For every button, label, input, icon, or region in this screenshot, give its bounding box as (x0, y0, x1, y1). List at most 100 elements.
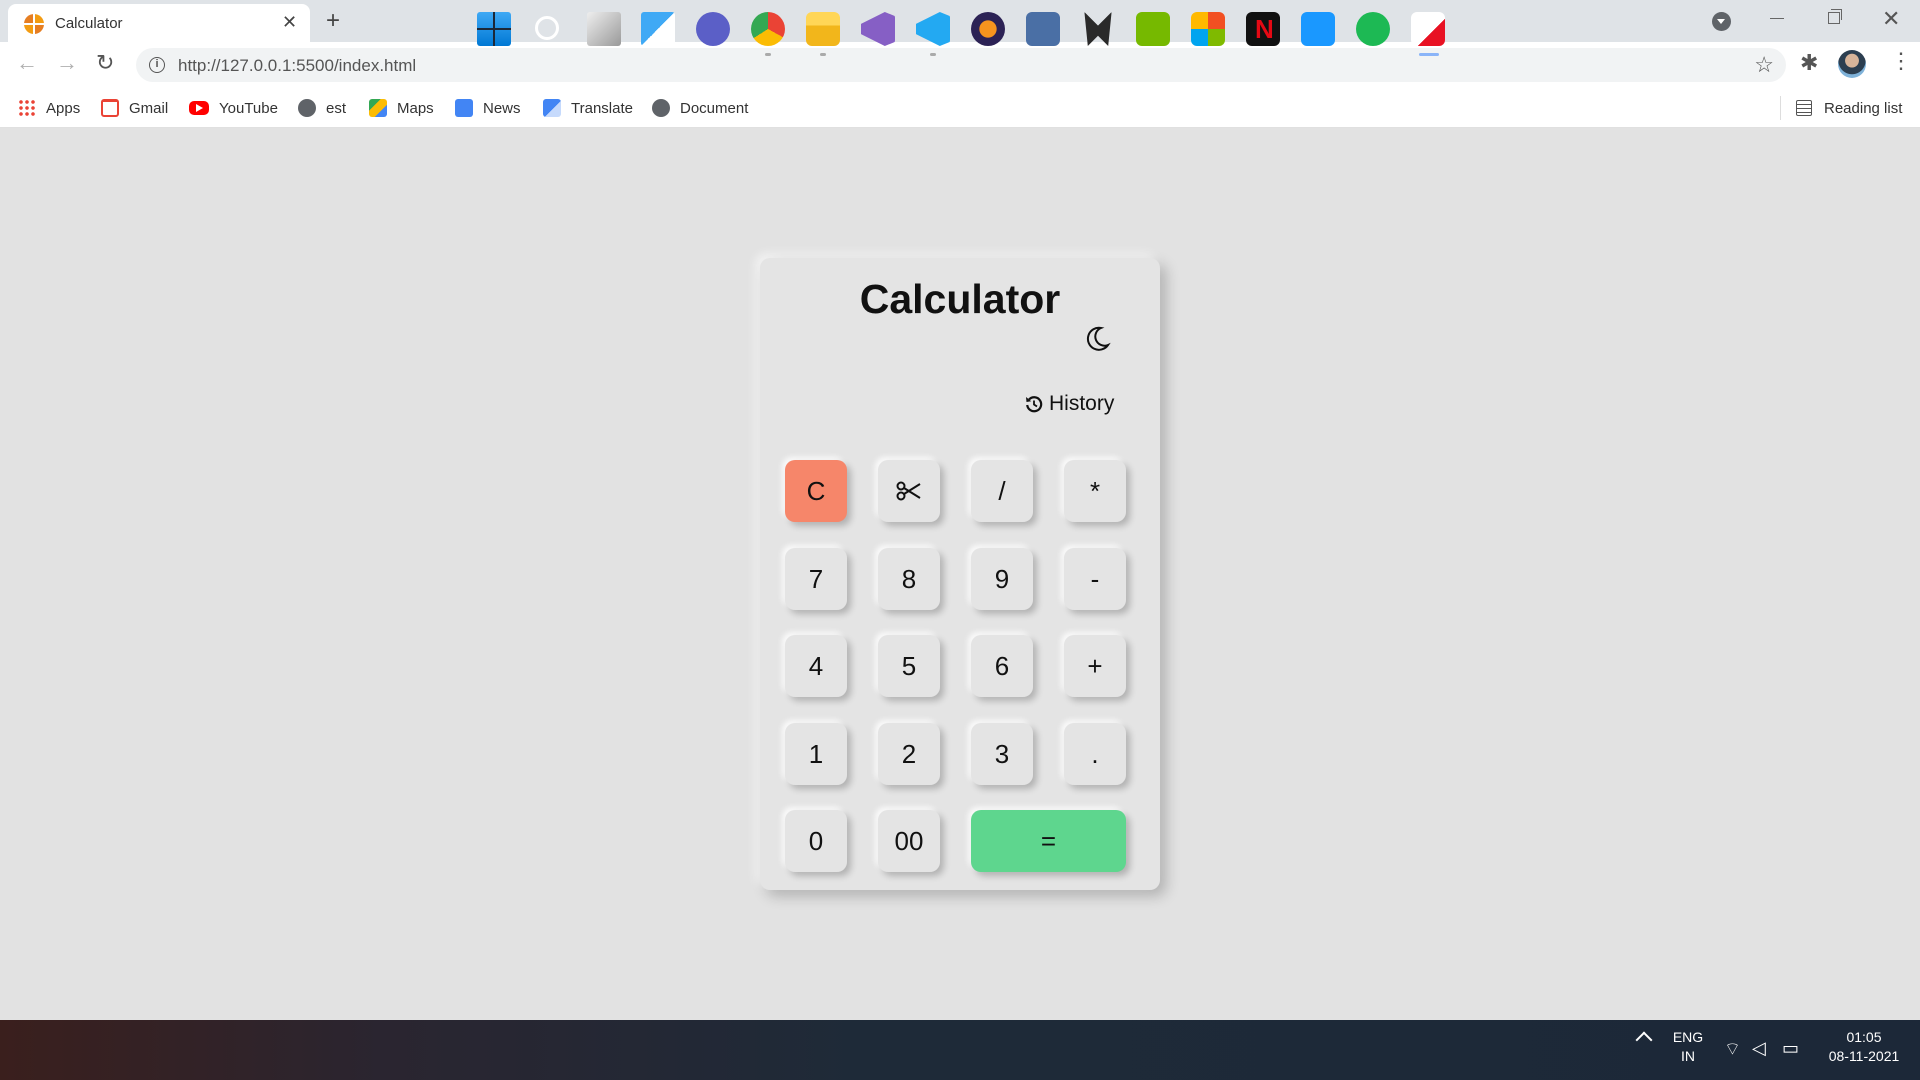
globe-icon (652, 99, 670, 117)
bookmark-label: YouTube (219, 99, 278, 117)
bookmark-translate[interactable]: Translate (543, 97, 633, 119)
forward-arrow-icon[interactable]: → (56, 50, 78, 76)
maps-icon (369, 99, 387, 117)
bookmark-star-icon[interactable]: ☆ (1754, 52, 1774, 78)
digit-6-button[interactable]: 6 (971, 635, 1033, 697)
prime-video-icon[interactable] (1301, 12, 1335, 46)
digit-9-button[interactable]: 9 (971, 548, 1033, 610)
bookmark-label: est (326, 99, 347, 117)
digit-2-button[interactable]: 2 (878, 723, 940, 785)
address-bar[interactable]: i http://127.0.0.1:5500/index.html ☆ (136, 48, 1786, 82)
bookmarks-bar: Apps Gmail YouTube est Maps News Transla… (0, 88, 1920, 128)
sql-developer-icon[interactable] (1026, 12, 1060, 46)
gmail-icon (101, 99, 119, 117)
bookmark-gmail[interactable]: Gmail (101, 97, 168, 119)
reload-icon[interactable]: ↻ (96, 50, 114, 76)
browser-menu-icon[interactable]: ⋮ (1890, 48, 1912, 74)
microsoft-store-icon[interactable] (1191, 12, 1225, 46)
language-code: ENG (1672, 1029, 1704, 1045)
eclipse-icon[interactable] (971, 12, 1005, 46)
tab-title: Calculator (55, 15, 123, 32)
tab-search-icon[interactable] (1712, 12, 1731, 31)
running-indicator (820, 53, 826, 56)
minimize-icon[interactable] (1770, 18, 1784, 19)
back-arrow-icon[interactable]: ← (16, 50, 38, 76)
history-button[interactable]: History (1024, 392, 1114, 416)
youtube-icon (189, 101, 209, 115)
digit-7-button[interactable]: 7 (785, 548, 847, 610)
teams-chat-icon[interactable] (696, 12, 730, 46)
reading-list-label: Reading list (1824, 99, 1903, 117)
netflix-icon[interactable] (1246, 12, 1280, 46)
subtract-button[interactable]: - (1064, 548, 1126, 610)
browser-toolbar: ← → ↻ i http://127.0.0.1:5500/index.html… (0, 42, 1920, 88)
digit-3-button[interactable]: 3 (971, 723, 1033, 785)
news-icon (455, 99, 473, 117)
multiply-button[interactable]: * (1064, 460, 1126, 522)
bookmark-youtube[interactable]: YouTube (189, 97, 278, 119)
globe-icon (298, 99, 316, 117)
history-icon (1026, 396, 1043, 413)
double-zero-button[interactable]: 00 (878, 810, 940, 872)
volume-icon[interactable]: ◁ (1752, 1038, 1766, 1059)
browser-tab[interactable]: Calculator ✕ (8, 4, 310, 42)
url-text[interactable]: http://127.0.0.1:5500/index.html (178, 56, 416, 76)
calculator-title: Calculator (859, 276, 1061, 322)
moon-icon[interactable] (1082, 324, 1112, 354)
reading-list-button[interactable]: Reading list (1796, 97, 1902, 119)
battery-icon[interactable]: ▭ (1782, 1038, 1799, 1059)
calculator-card: Calculator History C / * 7 8 9 - 4 5 6 +… (760, 258, 1160, 890)
new-tab-button[interactable]: + (326, 7, 340, 35)
spotify-icon[interactable] (1356, 12, 1390, 46)
bookmark-label: Translate (571, 99, 633, 117)
bookmark-news[interactable]: News (455, 97, 521, 119)
digit-4-button[interactable]: 4 (785, 635, 847, 697)
decimal-button[interactable]: . (1064, 723, 1126, 785)
bookmark-maps[interactable]: Maps (369, 97, 434, 119)
digit-5-button[interactable]: 5 (878, 635, 940, 697)
profile-avatar[interactable] (1838, 50, 1866, 78)
bookmarks-divider (1780, 96, 1781, 120)
nvidia-icon[interactable] (1136, 12, 1170, 46)
backspace-button[interactable] (878, 460, 940, 522)
widgets-icon[interactable] (641, 12, 675, 46)
digit-8-button[interactable]: 8 (878, 548, 940, 610)
snipping-tool-icon[interactable] (1411, 12, 1445, 46)
search-icon[interactable] (535, 16, 559, 40)
running-indicator (930, 53, 936, 56)
task-view-icon[interactable] (587, 12, 621, 46)
extensions-puzzle-icon[interactable]: ✱ (1800, 50, 1818, 76)
bookmark-label: Document (680, 99, 749, 117)
windows-start-icon[interactable] (477, 12, 511, 46)
bookmark-document[interactable]: Document (652, 97, 748, 119)
site-info-icon[interactable]: i (149, 57, 165, 73)
translate-icon (543, 99, 561, 117)
reading-list-icon (1796, 100, 1812, 116)
bookmark-est[interactable]: est (298, 97, 346, 119)
digit-0-button[interactable]: 0 (785, 810, 847, 872)
restore-icon[interactable] (1828, 9, 1842, 24)
divide-button[interactable]: / (971, 460, 1033, 522)
bookmark-label: Maps (397, 99, 434, 117)
apps-grid-icon (18, 99, 36, 117)
chrome-icon[interactable] (751, 12, 785, 46)
digit-1-button[interactable]: 1 (785, 723, 847, 785)
windows-taskbar (0, 1020, 1920, 1080)
file-explorer-icon[interactable] (806, 12, 840, 46)
add-button[interactable]: + (1064, 635, 1126, 697)
clock-date: 08-11-2021 (1828, 1048, 1900, 1064)
tab-close-icon[interactable]: ✕ (282, 12, 297, 33)
region-code: IN (1681, 1048, 1695, 1064)
equals-button[interactable]: = (971, 810, 1126, 872)
clock[interactable]: 01:05 08-11-2021 (1818, 1028, 1910, 1066)
tab-strip: Calculator ✕ + ✕ (0, 0, 1920, 42)
bookmark-label: Apps (46, 99, 81, 117)
wifi-icon[interactable]: ⌔ (1724, 1038, 1741, 1061)
window-close-icon[interactable]: ✕ (1882, 6, 1900, 32)
clear-button[interactable]: C (785, 460, 847, 522)
bookmark-label: News (483, 99, 521, 117)
bookmark-apps[interactable]: Apps (18, 97, 80, 119)
history-label: History (1049, 392, 1115, 415)
language-indicator[interactable]: ENG IN (1660, 1028, 1716, 1066)
scissors-icon (896, 481, 921, 501)
